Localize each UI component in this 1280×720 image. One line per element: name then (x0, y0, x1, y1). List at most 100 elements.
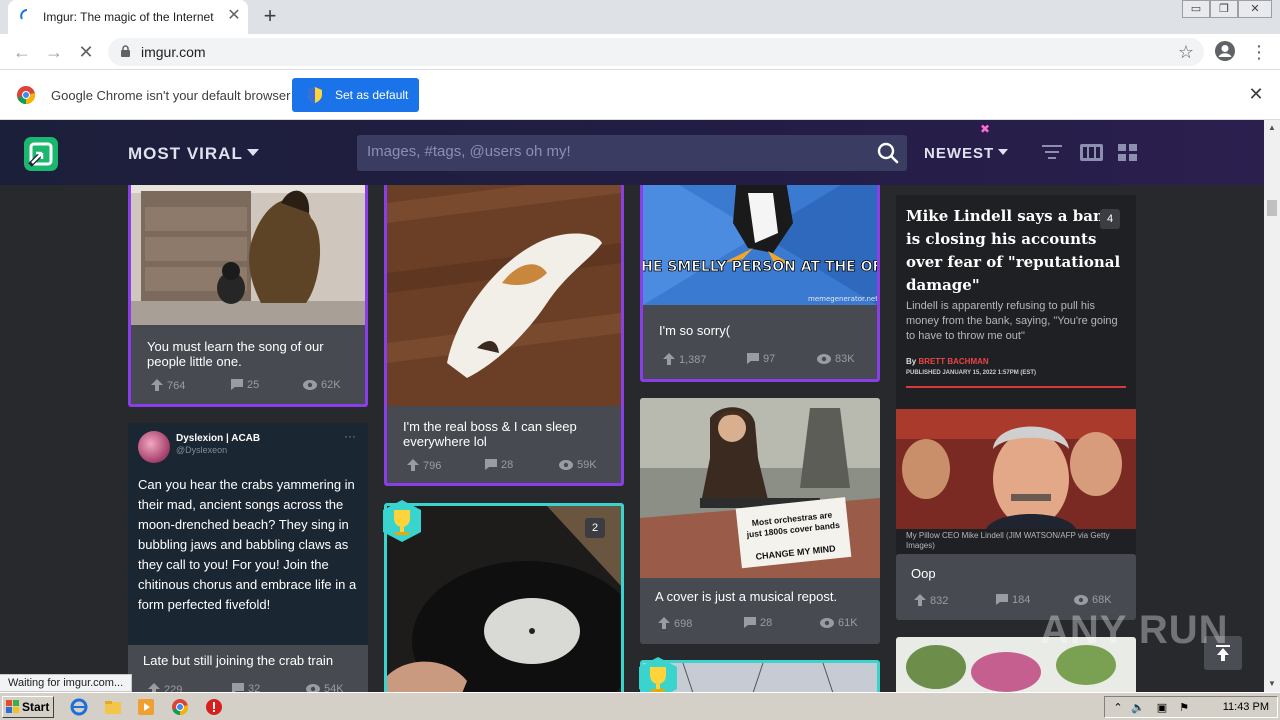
tab-title: Imgur: The magic of the Internet (43, 10, 214, 24)
upvote-arrow-icon (151, 379, 163, 391)
action-center-flag-icon[interactable]: ⚑ (1177, 701, 1191, 715)
page-scrollbar[interactable]: ▲ ▼ (1264, 120, 1280, 692)
section-dropdown[interactable]: MOST VIRAL (128, 144, 259, 164)
upvote-count[interactable]: 698 (658, 617, 692, 630)
article-published-date: PUBLISHED JANUARY 15, 2022 1:57PM (EST) (906, 370, 1037, 376)
trophy-icon (383, 500, 421, 542)
internet-explorer-icon[interactable] (70, 698, 88, 716)
view-count: 61K (820, 617, 858, 629)
bookmark-star-icon[interactable]: ☆ (1178, 42, 1194, 63)
loading-spinner-icon (20, 9, 28, 20)
photo-caption: My Pillow CEO Mike Lindell (JIM WATSON/A… (906, 531, 1110, 550)
upvote-count[interactable]: 832 (914, 594, 948, 607)
back-arrow-icon[interactable]: ← (10, 40, 34, 64)
imgur-page: You must learn the song of our people lit… (0, 120, 1264, 692)
search-input[interactable] (367, 143, 847, 160)
grid-layout-icon[interactable] (1118, 144, 1137, 161)
network-icon[interactable]: ▣ (1155, 701, 1169, 715)
tweet-text: Can you hear the crabs yammering in thei… (138, 477, 357, 612)
new-tab-button[interactable]: + (258, 5, 282, 29)
upvote-arrow-icon (914, 594, 926, 606)
tab-close-icon[interactable]: ✕ (224, 6, 244, 26)
search-icon[interactable] (877, 142, 899, 164)
restore-button[interactable]: ❐ (1210, 0, 1238, 18)
chrome-taskbar-icon[interactable] (171, 698, 189, 716)
filter-icon[interactable] (1042, 143, 1062, 161)
post-stats: 698 28 61K (640, 617, 880, 633)
album-count-badge: 4 (1100, 209, 1120, 229)
upvote-arrow-icon (658, 617, 670, 629)
eye-icon (820, 618, 834, 628)
meme-watermark: memegenerator.net (808, 295, 877, 303)
post-card-dog[interactable]: You must learn the song of our people lit… (128, 160, 368, 407)
sort-dropdown[interactable]: NEWEST (924, 145, 1009, 162)
post-card-penguin[interactable]: I'M THE SMELLY PERSON AT THE OFFICE meme… (640, 160, 880, 382)
article-headline: Mike Lindell says a bank is closing his … (906, 207, 1121, 294)
browser-menu-icon[interactable]: ⋮ (1250, 40, 1268, 64)
more-options-icon: ··· (344, 429, 356, 443)
clock[interactable]: 11:43 PM (1223, 701, 1269, 713)
stop-loading-icon[interactable]: ✕ (74, 40, 98, 64)
start-button[interactable]: Start (2, 696, 54, 718)
comment-bubble-icon (232, 683, 244, 692)
comment-count[interactable]: 32 (232, 683, 260, 692)
scroll-up-arrow-icon[interactable]: ▲ (1264, 120, 1280, 136)
volume-icon[interactable]: 🔈 (1131, 701, 1145, 715)
imgur-header: MOST VIRAL ✖ NEWEST (0, 120, 1264, 185)
forward-arrow-icon[interactable]: → (42, 40, 66, 64)
view-count: 83K (817, 353, 855, 365)
windows-taskbar: Start ⌃ 🔈 ▣ ⚑ 11:43 PM (0, 692, 1280, 720)
avatar (138, 431, 170, 463)
minimize-button[interactable]: ▭ (1182, 0, 1210, 18)
infobar-close-icon[interactable]: ✕ (1246, 84, 1266, 104)
window-close-button[interactable]: ✕ (1238, 0, 1272, 18)
comment-count[interactable]: 28 (485, 459, 513, 471)
eye-icon (1074, 595, 1088, 605)
comment-count[interactable]: 28 (744, 617, 772, 629)
infobar-message: Google Chrome isn't your default browser (51, 88, 291, 103)
comment-count[interactable]: 184 (996, 594, 1030, 606)
decorative-sparkle-icon: ✖ (980, 122, 991, 136)
browser-tab[interactable]: Imgur: The magic of the Internet ✕ (8, 0, 248, 34)
comment-bubble-icon (996, 594, 1008, 605)
eye-icon (303, 380, 317, 390)
upvote-count[interactable]: 796 (407, 459, 441, 472)
warning-stop-icon[interactable] (205, 698, 223, 716)
post-card-orchestra[interactable]: Most orchestras are just 1800s cover ban… (640, 398, 880, 644)
set-as-default-button[interactable]: Set as default (292, 78, 419, 112)
trophy-icon (639, 657, 677, 692)
post-title: I'm the real boss & I can sleep everywher… (403, 419, 577, 449)
comment-bubble-icon (747, 353, 759, 364)
system-tray: ⌃ 🔈 ▣ ⚑ 11:43 PM (1104, 696, 1278, 718)
set-as-default-label: Set as default (335, 88, 409, 102)
eye-icon (559, 460, 573, 470)
chevron-down-icon (998, 149, 1009, 155)
tray-expand-icon[interactable]: ⌃ (1111, 701, 1125, 715)
view-count: 54K (306, 683, 344, 692)
post-card-crab-tweet[interactable]: Dyslexion | ACAB @Dyslexeon ··· Can you … (128, 423, 368, 692)
scroll-down-arrow-icon[interactable]: ▼ (1264, 676, 1280, 692)
comment-count[interactable]: 25 (231, 379, 259, 391)
lock-icon (121, 45, 130, 57)
post-card-lindell-article[interactable]: Mike Lindell says a bank is closing his … (896, 195, 1136, 555)
upvote-count[interactable]: 1,387 (663, 353, 707, 366)
folder-icon[interactable] (104, 698, 122, 716)
upvote-count[interactable]: 229 (148, 683, 182, 692)
address-bar[interactable]: imgur.com ☆ (108, 38, 1204, 66)
scroll-thumb[interactable] (1267, 200, 1277, 216)
post-card-cat[interactable]: I'm the real boss & I can sleep everywher… (384, 160, 624, 486)
imgur-logo-icon[interactable] (24, 137, 58, 171)
media-player-icon[interactable] (137, 698, 155, 716)
comment-count[interactable]: 97 (747, 353, 775, 365)
album-count-badge: 2 (585, 518, 605, 538)
waterfall-layout-icon[interactable] (1080, 144, 1103, 161)
meme-caption: I'M THE SMELLY PERSON AT THE OFFICE (643, 259, 877, 275)
eye-icon (817, 354, 831, 364)
url-text: imgur.com (141, 44, 206, 60)
profile-icon[interactable] (1214, 40, 1236, 62)
default-browser-infobar: Google Chrome isn't your default browser… (0, 70, 1280, 120)
upvote-count[interactable]: 764 (151, 379, 185, 392)
upvote-arrow-icon (407, 459, 419, 471)
article-subheadline: Lindell is apparently refusing to pull h… (906, 300, 1118, 342)
tab-strip: Imgur: The magic of the Internet ✕ + ▭ ❐… (0, 0, 1280, 34)
